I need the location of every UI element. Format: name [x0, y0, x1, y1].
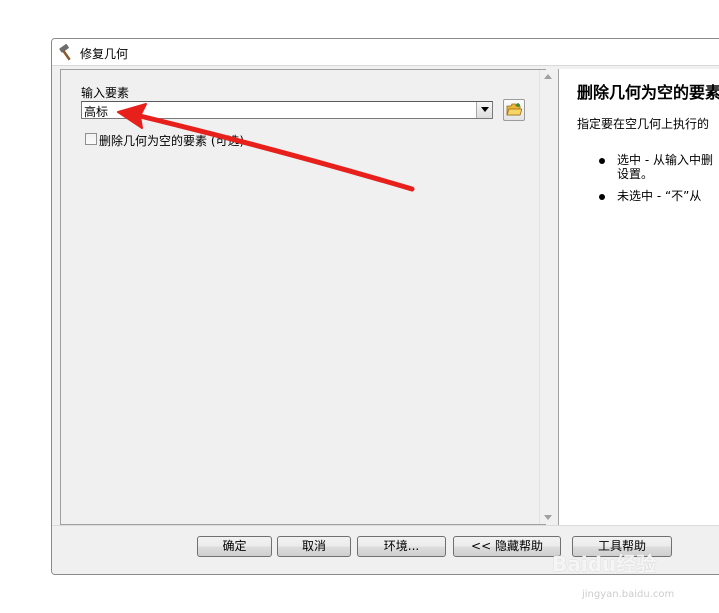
help-description: 指定要在空几何上执行的 — [577, 117, 710, 131]
hammer-icon — [58, 44, 76, 62]
input-features-combo[interactable]: 高标 — [81, 101, 493, 119]
ok-button[interactable]: 确定 — [197, 536, 272, 557]
repair-geometry-dialog: 修复几何 输入要素 高标 删除几何为空的要素 (可选) 删除几何为空的要素 指定… — [51, 38, 719, 575]
window-title: 修复几何 — [80, 47, 129, 61]
vertical-scrollbar[interactable] — [539, 70, 556, 524]
help-title: 删除几何为空的要素 — [577, 83, 719, 102]
delete-null-label: 删除几何为空的要素 (可选) — [99, 134, 245, 148]
bullet-dot — [599, 158, 605, 164]
help-bullet-1-line2: 设置。 — [617, 167, 654, 181]
hide-help-button[interactable]: << 隐藏帮助 — [453, 536, 561, 557]
environments-button[interactable]: 环境... — [357, 536, 446, 557]
chevron-down-icon[interactable] — [476, 102, 492, 118]
help-bullet-1-line1: 选中 - 从输入中删 — [617, 153, 713, 167]
watermark-brand: Baidu经验 — [552, 552, 657, 576]
parameters-pane: 输入要素 高标 删除几何为空的要素 (可选) — [60, 69, 556, 525]
input-features-label: 输入要素 — [81, 86, 130, 100]
watermark-url: jingyan.baidu.com — [582, 589, 675, 600]
help-bullet-2-line1: 未选中 - “不”从 — [617, 189, 702, 203]
scroll-down-icon[interactable] — [544, 515, 552, 520]
input-features-value: 高标 — [84, 105, 109, 119]
title-bar: 修复几何 — [52, 39, 719, 66]
bullet-dot — [599, 194, 605, 200]
open-folder-icon — [506, 103, 522, 116]
cancel-button[interactable]: 取消 — [277, 536, 351, 557]
browse-button[interactable] — [503, 99, 525, 121]
delete-null-checkbox[interactable] — [85, 133, 97, 145]
help-pane: 删除几何为空的要素 指定要在空几何上执行的 选中 - 从输入中删 设置。 未选中… — [558, 69, 719, 525]
scroll-up-icon[interactable] — [544, 74, 552, 79]
